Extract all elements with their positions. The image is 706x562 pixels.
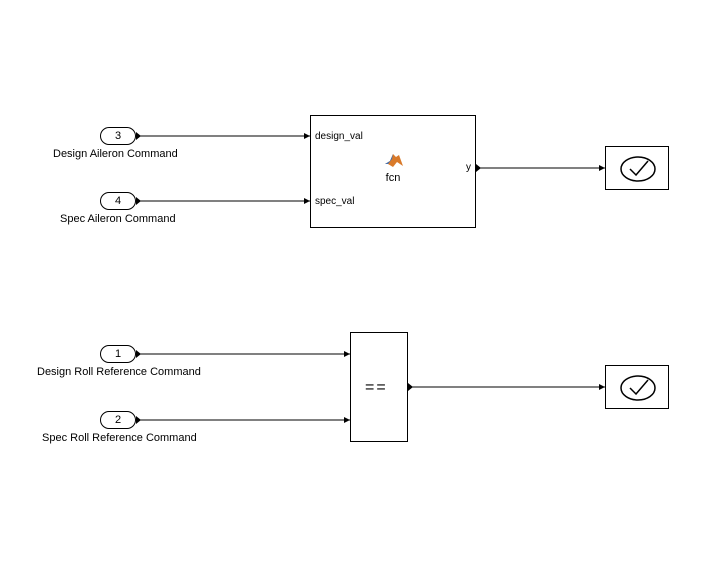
- inport-2-number: 2: [115, 414, 121, 426]
- port-out-triangle: [136, 197, 141, 205]
- inport-4-label: Spec Aileron Command: [60, 213, 176, 225]
- inport-4-number: 4: [115, 195, 121, 207]
- inport-1-number: 1: [115, 348, 121, 360]
- block-out-triangle: [476, 164, 481, 172]
- inport-3-label: Design Aileron Command: [53, 148, 178, 160]
- diagram-canvas: 3 Design Aileron Command 4 Spec Aileron …: [0, 0, 706, 562]
- fcn-in1-label: design_val: [315, 131, 363, 142]
- inport-2-label: Spec Roll Reference Command: [42, 432, 197, 444]
- inport-1-label: Design Roll Reference Command: [37, 366, 201, 378]
- port-out-triangle: [136, 416, 141, 424]
- signal-lines: [0, 0, 706, 562]
- assertion-block-1[interactable]: [605, 146, 669, 190]
- matlab-logo-icon: [385, 152, 403, 168]
- inport-2[interactable]: 2: [100, 411, 136, 429]
- inport-3[interactable]: 3: [100, 127, 136, 145]
- inport-4[interactable]: 4: [100, 192, 136, 210]
- matlab-function-block[interactable]: design_val spec_val y fcn: [310, 115, 476, 228]
- inport-1[interactable]: 1: [100, 345, 136, 363]
- check-icon: [606, 366, 670, 410]
- operator-label: ==: [365, 379, 388, 397]
- check-icon: [606, 147, 670, 191]
- fcn-in2-label: spec_val: [315, 196, 354, 207]
- assertion-block-2[interactable]: [605, 365, 669, 409]
- inport-3-number: 3: [115, 130, 121, 142]
- port-out-triangle: [136, 132, 141, 140]
- relational-operator-block[interactable]: ==: [350, 332, 408, 442]
- port-out-triangle: [136, 350, 141, 358]
- fcn-name-label: fcn: [311, 172, 475, 184]
- block-out-triangle: [408, 383, 413, 391]
